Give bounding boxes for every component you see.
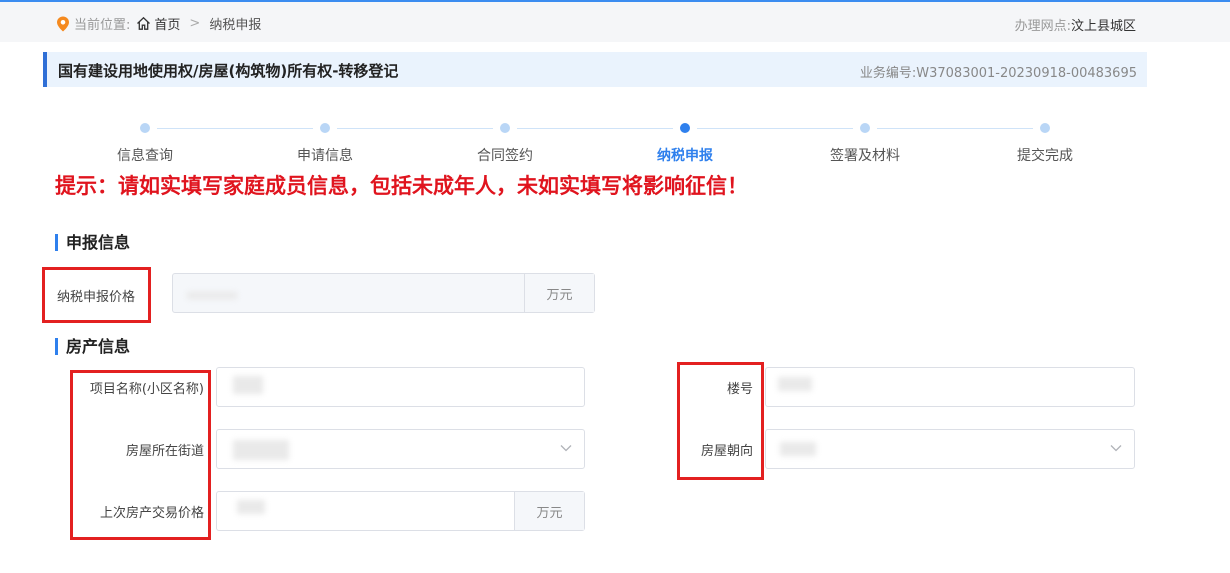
redacted-value <box>187 292 237 299</box>
location-pin-icon <box>57 16 69 31</box>
last-trade-price-input[interactable]: 万元 <box>216 491 585 531</box>
step-dot <box>1040 123 1050 133</box>
chevron-down-icon <box>560 445 572 452</box>
step-label-tax-declaration: 纳税申报 <box>657 148 713 164</box>
service-office: 办理网点:汶上县城区 <box>1015 15 1136 34</box>
step-dot-active <box>680 123 690 133</box>
last-trade-price-unit: 万元 <box>514 492 584 530</box>
building-number-input[interactable] <box>765 367 1135 407</box>
warning-notice: 提示：请如实填写家庭成员信息，包括未成年人，未如实填写将影响征信！ <box>55 174 748 198</box>
redacted-value <box>780 442 816 456</box>
breadcrumb-separator: > <box>189 16 201 31</box>
breadcrumb-home-link[interactable]: 首页 <box>154 14 180 33</box>
project-name-input[interactable] <box>216 367 585 407</box>
step-connector <box>337 128 493 129</box>
step-label-info-query: 信息查询 <box>117 148 173 164</box>
breadcrumb: 当前位置: 首页 > 纳税申报 <box>56 14 261 33</box>
last-trade-price-label: 上次房产交易价格 <box>99 506 204 521</box>
step-dot <box>320 123 330 133</box>
business-number-value: W37083001-20230918-00483695 <box>916 66 1137 81</box>
breadcrumb-prefix: 当前位置: <box>74 18 131 33</box>
top-location-bar: 当前位置: 首页 > 纳税申报 办理网点:汶上县城区 <box>0 2 1230 42</box>
street-select[interactable] <box>216 429 585 469</box>
redacted-value <box>233 440 289 460</box>
step-dot <box>860 123 870 133</box>
home-icon[interactable] <box>136 16 151 31</box>
business-number: 业务编号:W37083001-20230918-00483695 <box>860 62 1137 81</box>
redacted-value <box>233 376 263 394</box>
tax-price-label: 纳税申报价格 <box>56 290 135 305</box>
orientation-select[interactable] <box>765 429 1135 469</box>
step-label-contract: 合同签约 <box>477 148 533 164</box>
page-title-bar: 国有建设用地使用权/房屋(构筑物)所有权-转移登记 业务编号:W37083001… <box>43 52 1147 87</box>
step-dot <box>500 123 510 133</box>
section-title-declaration: 申报信息 <box>55 234 130 251</box>
step-connector <box>877 128 1033 129</box>
building-number-label: 楼号 <box>726 382 753 397</box>
orientation-label: 房屋朝向 <box>700 444 753 459</box>
step-label-application: 申请信息 <box>297 148 353 164</box>
business-number-label: 业务编号: <box>859 66 917 81</box>
project-name-label: 项目名称(小区名称) <box>89 382 204 397</box>
tax-price-unit: 万元 <box>524 274 594 312</box>
step-connector <box>697 128 853 129</box>
street-label: 房屋所在街道 <box>125 444 204 459</box>
office-value: 汶上县城区 <box>1070 19 1136 34</box>
tax-price-input[interactable]: 万元 <box>172 273 595 313</box>
office-label: 办理网点: <box>1014 19 1071 34</box>
step-connector <box>157 128 313 129</box>
step-connector <box>517 128 673 129</box>
redacted-value <box>778 377 812 391</box>
breadcrumb-current: 纳税申报 <box>209 18 262 33</box>
redacted-value <box>237 500 265 514</box>
chevron-down-icon <box>1110 445 1122 452</box>
step-label-signing: 签署及材料 <box>830 148 900 164</box>
progress-steps: 信息查询 申请信息 合同签约 纳税申报 签署及材料 提交完成 <box>0 118 1230 168</box>
page-title: 国有建设用地使用权/房屋(构筑物)所有权-转移登记 <box>58 62 399 80</box>
step-label-submit: 提交完成 <box>1017 148 1073 164</box>
step-dot <box>140 123 150 133</box>
section-title-property: 房产信息 <box>55 338 130 355</box>
